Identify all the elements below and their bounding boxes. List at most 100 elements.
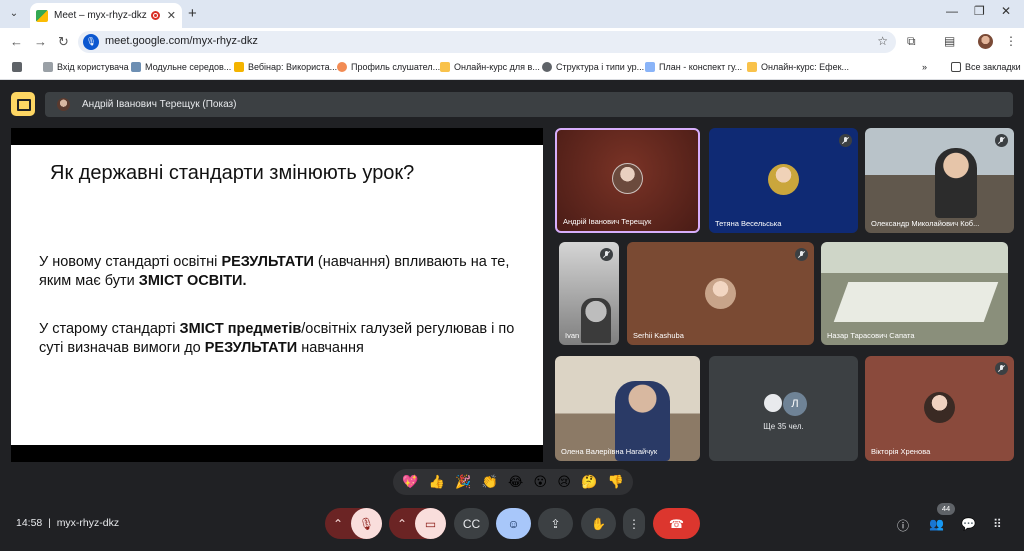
slide-paragraph-2: У старому стандарті ЗМІСТ предметів/осві…: [39, 321, 515, 356]
more-options-button[interactable]: ⋮: [623, 508, 645, 539]
reading-list-icon[interactable]: ▤: [944, 34, 955, 48]
people-icon[interactable]: 👥: [929, 517, 944, 531]
apps-icon[interactable]: [12, 62, 26, 72]
presentation-icon[interactable]: [11, 92, 35, 116]
reaction-thumbs-up[interactable]: 👍: [429, 474, 445, 490]
participant-name: Serhii Kashuba: [633, 331, 684, 340]
participant-tile[interactable]: Вікторія Хренова: [865, 356, 1014, 461]
bookmarks-bar: Вхід користувача Модульне середов... Веб…: [0, 56, 1024, 80]
maximize-icon[interactable]: ❐: [974, 4, 985, 18]
presenter-avatar: [57, 98, 70, 111]
participant-tile[interactable]: Назар Тарасович Сапата: [821, 242, 1008, 345]
more-vert-icon: ⋮: [628, 516, 640, 531]
emoji-icon: ☺: [507, 516, 520, 531]
bookmark-item[interactable]: Вебінар: Використа...: [234, 62, 337, 72]
all-bookmarks[interactable]: Все закладки: [951, 62, 1021, 72]
present-screen-icon: ⇪: [550, 516, 561, 531]
browser-toolbar: ← → ↻ 🎙 meet.google.com/myx-rhyz-dkz ☆ ⧉…: [0, 28, 1024, 56]
phone-end-icon: ☎: [669, 516, 684, 531]
participant-name: Олександр Миколайович Коб...: [871, 219, 980, 228]
meet-stage: Андрій Іванович Терещук (Показ) Як держа…: [0, 80, 1024, 551]
presenter-banner[interactable]: Андрій Іванович Терещук (Показ): [45, 92, 1013, 117]
mic-options-chevron-icon[interactable]: ⌃: [325, 517, 351, 531]
info-icon[interactable]: ⓘ: [897, 517, 909, 534]
participant-name: Ivan: [565, 331, 580, 340]
others-count: Ще 35 чел.: [763, 422, 804, 431]
bookmark-item[interactable]: Онлайн-курс: Ефек...: [747, 62, 849, 72]
activities-icon[interactable]: ⠿: [993, 517, 1002, 531]
participant-name: Олена Валеріївна Нагайчук: [561, 447, 658, 456]
captions-icon: CC: [462, 516, 481, 531]
reaction-thinking[interactable]: 🤔: [581, 474, 597, 490]
extensions-icon[interactable]: ⧉: [907, 34, 916, 49]
site-info-icon[interactable]: 🎙: [83, 34, 99, 50]
slide-paragraph-1: У новому стандарті освітні РЕЗУЛЬТАТИ (н…: [39, 254, 510, 289]
bookmark-item[interactable]: Онлайн-курс для в...: [440, 62, 540, 72]
participant-name: Назар Тарасович Сапата: [827, 331, 915, 340]
mic-off-button[interactable]: 🎙: [351, 508, 382, 539]
leave-call-button[interactable]: ☎: [653, 508, 700, 539]
present-button[interactable]: ⇪: [538, 508, 573, 539]
participant-tile[interactable]: Serhii Kashuba: [627, 242, 814, 345]
reaction-heart[interactable]: 💖: [402, 474, 418, 490]
participant-avatar: [705, 278, 736, 309]
participant-avatar: [768, 164, 799, 195]
slide-title: Як державні стандарти змінюють урок?: [50, 162, 415, 184]
minimize-icon[interactable]: —: [946, 4, 958, 18]
participant-name: Тетяна Весельська: [715, 219, 782, 228]
bookmark-item[interactable]: Структура і типи ур...: [542, 62, 644, 72]
menu-icon[interactable]: ⋮: [1005, 34, 1017, 48]
muted-mic-icon: [795, 248, 808, 261]
classroom-video: [833, 282, 999, 322]
camera-options-chevron-icon[interactable]: ⌃: [389, 517, 415, 531]
participant-tile[interactable]: Тетяна Весельська: [709, 128, 858, 233]
others-tile[interactable]: Л Ще 35 чел.: [709, 356, 858, 461]
participant-tile[interactable]: Ivan: [559, 242, 619, 345]
forward-icon[interactable]: →: [34, 34, 47, 49]
raise-hand-button[interactable]: ✋: [581, 508, 616, 539]
participant-tile[interactable]: Олена Валеріївна Нагайчук: [555, 356, 700, 461]
participant-video: [935, 148, 977, 218]
people-count-badge: 44: [937, 503, 955, 515]
bookmark-star-icon[interactable]: ☆: [877, 34, 888, 48]
reaction-party[interactable]: 🎉: [455, 474, 471, 490]
participant-avatar: [762, 392, 784, 414]
camera-off-button[interactable]: ▭: [415, 508, 446, 539]
participant-name: Вікторія Хренова: [871, 447, 931, 456]
reaction-laugh[interactable]: 😂: [508, 474, 523, 490]
bookmark-item[interactable]: План - конспект гу...: [645, 62, 742, 72]
hand-icon: ✋: [591, 516, 606, 531]
more-bookmarks-icon[interactable]: »: [922, 62, 927, 72]
address-bar[interactable]: 🎙 meet.google.com/myx-rhyz-dkz ☆: [78, 31, 896, 53]
bookmark-item[interactable]: Вхід користувача: [43, 62, 129, 72]
participant-video: [581, 298, 611, 343]
reactions-bar: 💖 👍 🎉 👏 😂 😮 😢 🤔 👎: [393, 469, 633, 495]
reaction-sad[interactable]: 😢: [557, 474, 571, 490]
muted-mic-icon: [995, 134, 1008, 147]
reaction-clap[interactable]: 👏: [482, 474, 498, 490]
tab-meet[interactable]: Meet – myx-rhyz-dkz ✕: [30, 3, 182, 28]
close-window-icon[interactable]: ✕: [1001, 4, 1011, 18]
participant-avatar: [612, 163, 643, 194]
participant-tile[interactable]: Андрій Іванович Терещук: [555, 128, 700, 233]
meet-favicon-icon: [36, 9, 48, 22]
new-tab-button[interactable]: +: [188, 5, 197, 22]
participant-tile[interactable]: Олександр Миколайович Коб...: [865, 128, 1014, 233]
muted-mic-icon: [600, 248, 613, 261]
tab-close-icon[interactable]: ✕: [167, 9, 176, 22]
tab-search-icon[interactable]: ⌄: [6, 6, 22, 22]
mic-control-group: ⌃ 🎙: [325, 508, 382, 539]
bookmark-item[interactable]: Профиль слушател...: [337, 62, 440, 72]
chat-icon[interactable]: 💬: [961, 517, 976, 531]
reaction-thumbs-down[interactable]: 👎: [608, 474, 624, 490]
participant-avatar: [924, 392, 955, 423]
emoji-button[interactable]: ☺: [496, 508, 531, 539]
url-text: meet.google.com/myx-rhyz-dkz: [105, 35, 258, 47]
reload-icon[interactable]: ↻: [58, 34, 69, 50]
captions-button[interactable]: CC: [454, 508, 489, 539]
reaction-surprised[interactable]: 😮: [534, 474, 548, 490]
tab-strip: ⌄ Meet – myx-rhyz-dkz ✕ + — ❐ ✕: [0, 0, 1024, 28]
profile-avatar[interactable]: [978, 34, 993, 49]
bookmark-item[interactable]: Модульне середов...: [131, 62, 231, 72]
back-icon[interactable]: ←: [10, 34, 23, 49]
